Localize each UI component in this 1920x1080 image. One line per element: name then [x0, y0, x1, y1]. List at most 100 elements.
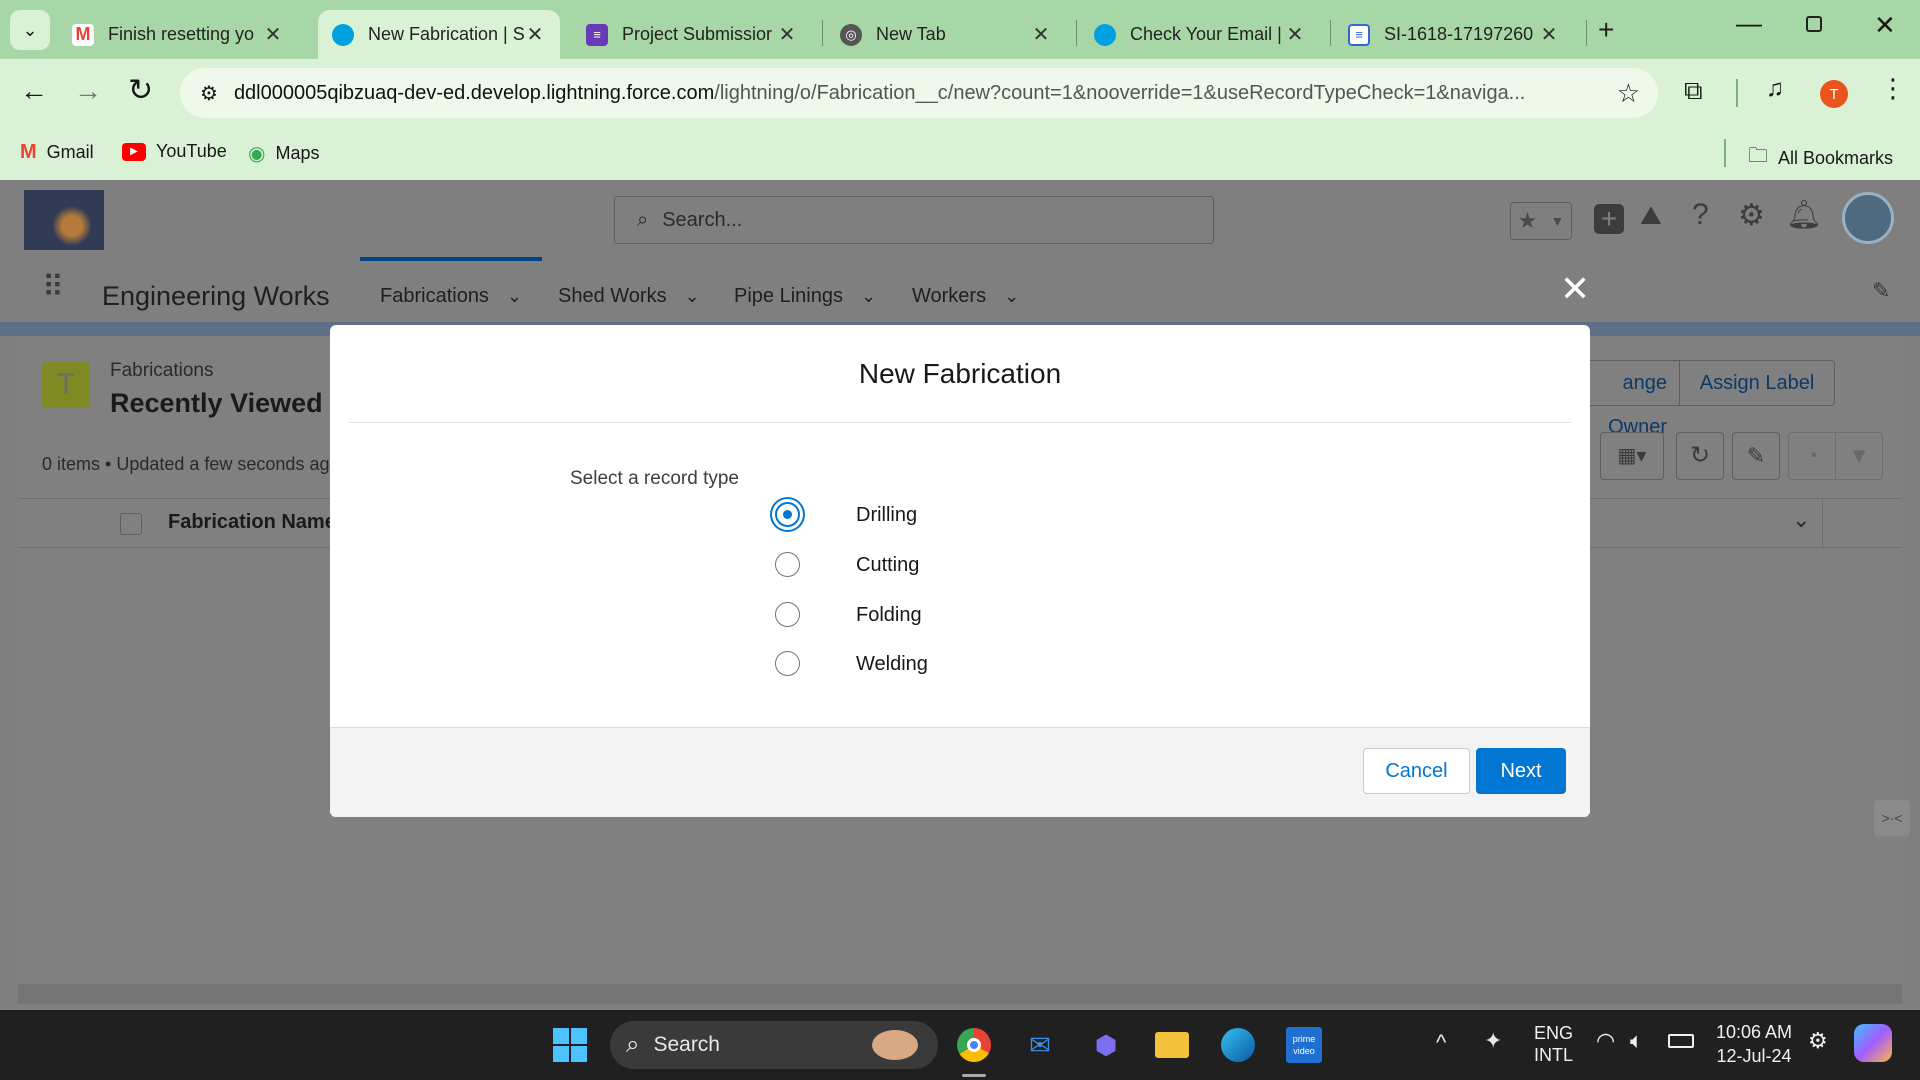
- assign-label-button[interactable]: Assign Label: [1679, 360, 1835, 406]
- browser-tab[interactable]: ◎ New Tab ✕: [826, 10, 1066, 59]
- close-icon[interactable]: ✕: [262, 22, 284, 47]
- horizontal-scrollbar[interactable]: [18, 984, 1902, 1004]
- close-icon[interactable]: ✕: [1284, 22, 1306, 47]
- star-icon[interactable]: ☆: [1617, 78, 1640, 109]
- browser-tab[interactable]: Check Your Email | ✕: [1080, 10, 1320, 59]
- browser-tab-active[interactable]: New Fabrication | S ✕: [318, 10, 560, 59]
- reload-icon[interactable]: ↻: [128, 73, 153, 108]
- extensions-icon[interactable]: ⧉: [1684, 75, 1703, 107]
- notifications-bell-icon[interactable]: 🔔︎: [1786, 198, 1822, 231]
- site-info-icon[interactable]: ⚙: [200, 81, 218, 106]
- dropbox-tray-icon[interactable]: ✦: [1484, 1028, 1502, 1054]
- chart-icon[interactable]: ◔: [1788, 432, 1836, 480]
- favorites-button[interactable]: ★ ▼: [1510, 202, 1572, 240]
- copilot-tray-icon[interactable]: [1854, 1024, 1892, 1062]
- mail-taskbar-icon[interactable]: ✉: [1018, 1023, 1062, 1067]
- salesforce-icon: [332, 23, 354, 46]
- option-drilling-label[interactable]: Drilling: [856, 504, 917, 527]
- tab-title: New Tab: [876, 24, 946, 44]
- battery-icon[interactable]: [1668, 1034, 1694, 1048]
- radio-welding[interactable]: [775, 651, 800, 676]
- new-tab-button[interactable]: +: [1598, 14, 1614, 46]
- media-control-icon[interactable]: ♫: [1766, 75, 1784, 103]
- file-explorer-taskbar-icon[interactable]: [1150, 1023, 1194, 1067]
- close-icon[interactable]: ✕: [1030, 22, 1052, 47]
- tab-pipe-linings[interactable]: Pipe Linings ⌄: [734, 270, 876, 322]
- chrome-taskbar-icon[interactable]: [952, 1023, 996, 1067]
- column-header-fabrication-name[interactable]: Fabrication Name: [168, 511, 336, 534]
- edge-taskbar-icon[interactable]: [1216, 1023, 1260, 1067]
- radio-drilling[interactable]: [775, 502, 800, 527]
- app-name: Engineering Works: [102, 281, 330, 311]
- org-logo[interactable]: [24, 190, 104, 250]
- wifi-icon[interactable]: ◠: [1596, 1028, 1615, 1054]
- close-icon[interactable]: ✕: [524, 22, 546, 47]
- list-controls: ▦▾ ↻ ✎ ◔ ▼: [1600, 432, 1902, 480]
- bookmark-gmail[interactable]: M Gmail: [20, 141, 94, 164]
- edit-nav-pencil-icon[interactable]: ✎: [1872, 278, 1890, 304]
- refresh-icon[interactable]: ↻: [1676, 432, 1724, 480]
- global-search-input[interactable]: ⌕ Search...: [614, 196, 1214, 244]
- radio-folding[interactable]: [775, 602, 800, 627]
- column-menu-chevron-icon[interactable]: ⌄: [1792, 507, 1810, 533]
- search-placeholder: Search...: [662, 208, 743, 231]
- close-window-button[interactable]: ✕: [1874, 10, 1896, 41]
- edit-icon[interactable]: ✎: [1732, 432, 1780, 480]
- forward-icon[interactable]: →: [74, 75, 102, 107]
- browser-tab[interactable]: M Finish resetting yo ✕: [58, 10, 298, 59]
- windows-start-icon[interactable]: [548, 1023, 592, 1067]
- notification-center-icon[interactable]: ⚙: [1808, 1028, 1828, 1054]
- chevron-down-icon: ⌄: [22, 19, 38, 40]
- browser-tab[interactable]: ≡ SI-1618-17197260 ✕: [1334, 10, 1574, 59]
- chevron-down-icon[interactable]: ⌄: [861, 286, 876, 307]
- tab-title: Project Submissior: [622, 24, 773, 44]
- bookmark-maps[interactable]: ◉ Maps: [248, 141, 319, 166]
- tab-search-button[interactable]: ⌄: [10, 10, 50, 50]
- all-bookmarks-button[interactable]: 🗀 All Bookmarks: [1748, 141, 1893, 175]
- profile-avatar[interactable]: T: [1820, 80, 1848, 108]
- chevron-down-icon[interactable]: ⌄: [685, 286, 700, 307]
- browser-tab-strip: ⌄ M Finish resetting yo ✕ New Fabricatio…: [0, 0, 1920, 59]
- table-settings-icon[interactable]: ▦▾: [1600, 432, 1664, 480]
- menu-icon[interactable]: ⋮: [1880, 73, 1906, 104]
- copilot-taskbar-icon[interactable]: ⬢: [1084, 1023, 1128, 1067]
- user-avatar[interactable]: [1842, 192, 1894, 244]
- cancel-button[interactable]: Cancel: [1363, 748, 1470, 794]
- close-icon[interactable]: ✕: [776, 22, 798, 47]
- language-indicator[interactable]: ENG INTL: [1534, 1022, 1573, 1066]
- tab-workers[interactable]: Workers ⌄: [912, 270, 1019, 322]
- next-button[interactable]: Next: [1476, 748, 1566, 794]
- address-bar[interactable]: ⚙ ddl000005qibzuaq-dev-ed.develop.lightn…: [180, 68, 1658, 118]
- browser-tab[interactable]: ≡ Project Submissior ✕: [572, 10, 812, 59]
- radio-cutting[interactable]: [775, 552, 800, 577]
- tab-shed-works[interactable]: Shed Works ⌄: [558, 270, 700, 322]
- help-icon[interactable]: ?: [1692, 198, 1709, 232]
- back-icon[interactable]: ←: [20, 75, 48, 107]
- star-icon: ★: [1517, 208, 1538, 233]
- close-modal-icon[interactable]: ✕: [1560, 268, 1590, 310]
- select-all-checkbox[interactable]: [120, 513, 142, 535]
- chevron-down-icon[interactable]: ⌄: [507, 286, 522, 307]
- app-launcher-icon[interactable]: ⠿: [42, 273, 66, 303]
- setup-gear-icon[interactable]: ⚙: [1738, 198, 1765, 233]
- option-cutting-label[interactable]: Cutting: [856, 554, 919, 577]
- restore-button[interactable]: [1806, 16, 1822, 32]
- clock[interactable]: 10:06 AM 12-Jul-24: [1716, 1020, 1792, 1068]
- maps-icon: ◉: [248, 143, 266, 165]
- option-folding-label[interactable]: Folding: [856, 604, 922, 627]
- close-icon[interactable]: ✕: [1538, 22, 1560, 47]
- prime-video-taskbar-icon[interactable]: prime video: [1282, 1023, 1326, 1067]
- minimize-button[interactable]: —: [1736, 8, 1762, 39]
- utility-bar-icon[interactable]: >·<: [1874, 800, 1910, 836]
- filter-icon[interactable]: ▼: [1835, 432, 1883, 480]
- list-view-name[interactable]: Recently Viewed: [110, 388, 323, 419]
- volume-icon[interactable]: 🔈︎: [1630, 1028, 1643, 1054]
- tab-fabrications[interactable]: Fabrications ⌄: [380, 270, 522, 322]
- trailhead-icon[interactable]: ⛰: [1640, 200, 1662, 232]
- taskbar-search[interactable]: ⌕ Search: [610, 1021, 938, 1069]
- global-actions-icon[interactable]: +: [1594, 204, 1624, 234]
- bookmark-youtube[interactable]: ▶ YouTube: [122, 141, 227, 162]
- show-hidden-icons-chevron-icon[interactable]: ^: [1436, 1030, 1446, 1056]
- option-welding-label[interactable]: Welding: [856, 653, 928, 676]
- chevron-down-icon[interactable]: ⌄: [1004, 286, 1019, 307]
